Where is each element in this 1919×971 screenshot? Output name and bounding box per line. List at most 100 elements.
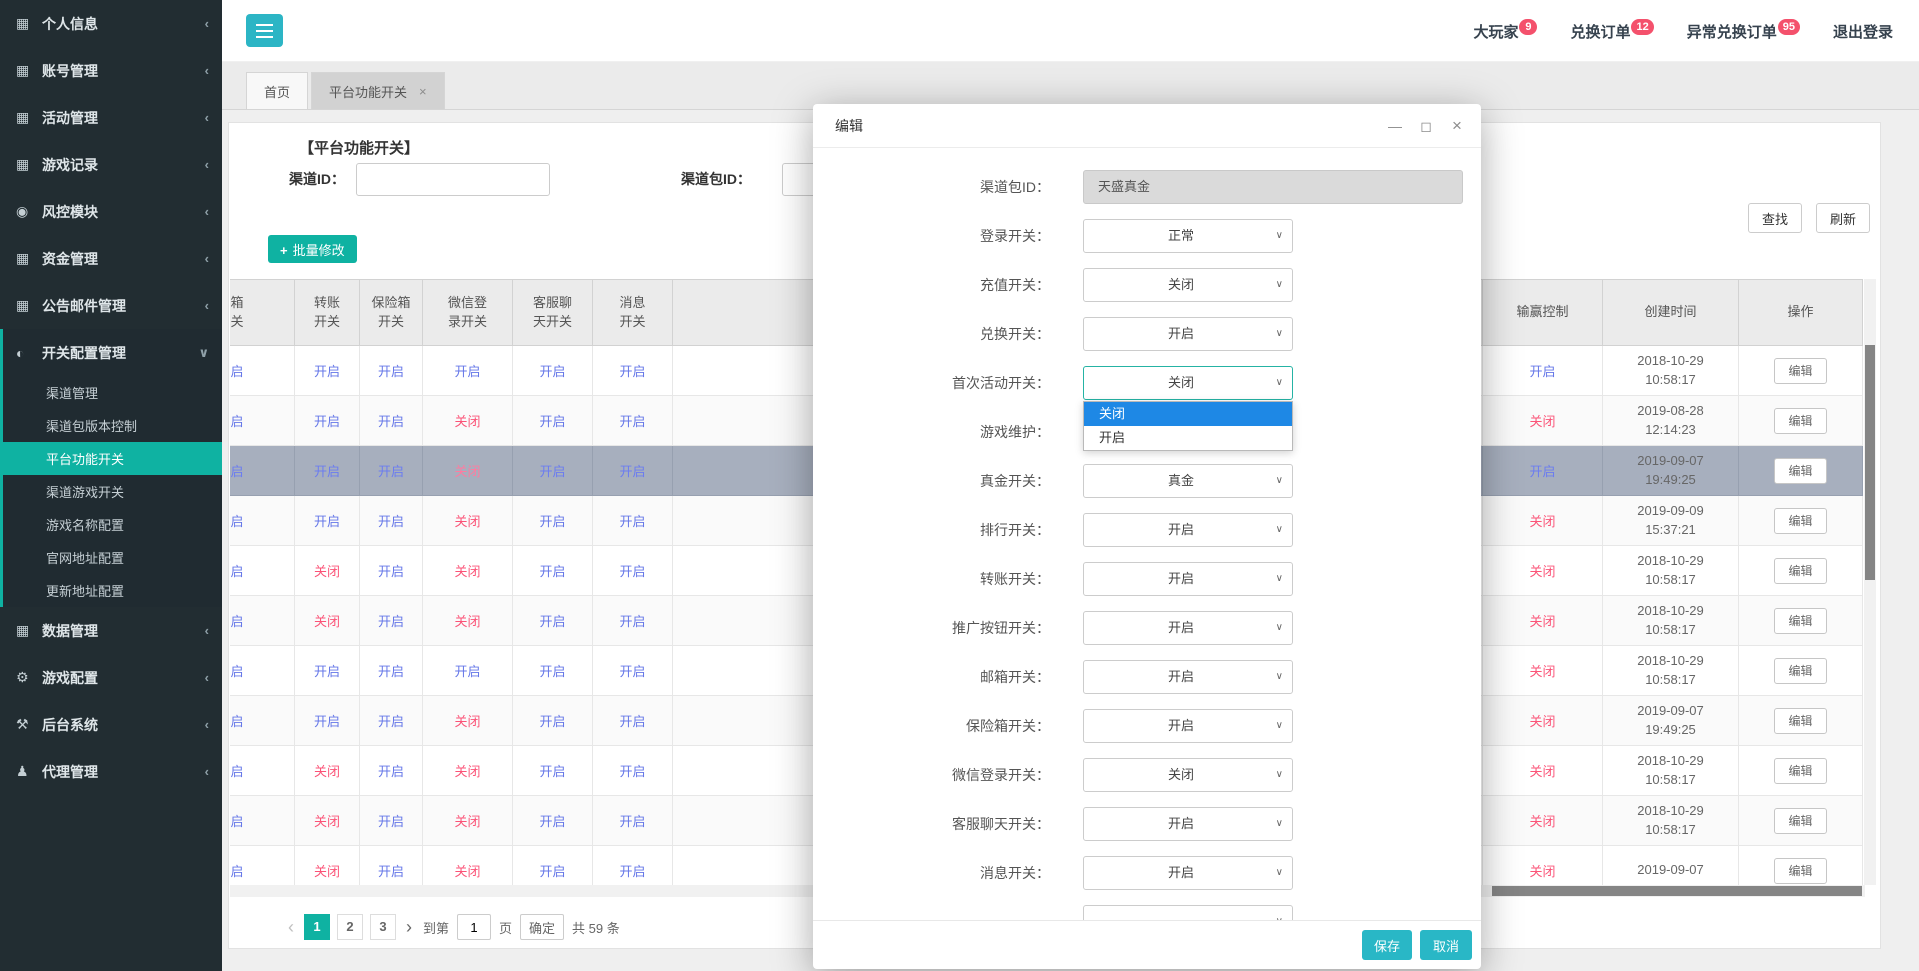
modal-field-label: 真金开关： [813,464,1050,498]
modal-select[interactable]: 开启∨ [1083,807,1293,841]
sidebar-item[interactable]: ⚙游戏配置‹ [0,654,222,701]
sidebar-item[interactable]: ▦游戏记录‹ [0,141,222,188]
tab[interactable]: 首页 [246,72,308,109]
edit-button[interactable]: 编辑 [1774,408,1826,434]
modal-select[interactable]: 开启∨ [1083,513,1293,547]
edit-button[interactable]: 编辑 [1774,558,1826,584]
topbar-link[interactable]: 兑换订单12 [1570,21,1652,42]
column-header: 输赢控制 [1483,280,1603,346]
sidebar-subitem[interactable]: 渠道管理 [3,376,222,409]
modal-select[interactable]: 开启∨ [1083,317,1293,351]
vertical-scrollbar-thumb[interactable] [1865,345,1875,580]
minimize-icon[interactable]: — [1387,118,1403,134]
column-header: 消息 开关 [593,280,673,346]
sidebar-item[interactable]: ▦数据管理‹ [0,607,222,654]
dropdown-option[interactable]: 开启 [1084,426,1292,450]
win-control-value: 关闭 [1529,764,1555,779]
modal-select[interactable]: ∨ [1083,905,1293,920]
page-number-button[interactable]: 3 [370,914,396,940]
batch-edit-button[interactable]: +批量修改 [268,235,357,263]
edit-button[interactable]: 编辑 [1774,508,1826,534]
sidebar-item[interactable]: ▦活动管理‹ [0,94,222,141]
page-number-button[interactable]: 2 [337,914,363,940]
sidebar-item[interactable]: ▦账号管理‹ [0,47,222,94]
switch-value: 开启 [539,764,565,779]
notification-badge: 12 [1631,19,1653,35]
sidebar-item[interactable]: ◉风控模块‹ [0,188,222,235]
close-icon[interactable]: × [1449,116,1465,136]
sidebar-item[interactable]: ◐开关配置管理∨ [3,329,222,376]
edit-button[interactable]: 编辑 [1774,458,1826,484]
switch-cell: 开启 [360,596,423,646]
edit-button[interactable]: 编辑 [1774,708,1826,734]
switch-cell: 开启 [593,496,673,546]
goto-page-input[interactable] [457,914,491,940]
modal-select[interactable]: 开启∨ [1083,562,1293,596]
sidebar-item[interactable]: ▦公告邮件管理‹ [0,282,222,329]
sidebar-subitem[interactable]: 渠道包版本控制 [3,409,222,442]
sidebar-item[interactable]: ▦个人信息‹ [0,0,222,47]
tab-close-icon[interactable]: × [419,84,427,99]
modal-body: 渠道包ID：天盛真金登录开关：正常∨充值开关：关闭∨兑换开关：开启∨首次活动开关… [813,148,1481,920]
switch-cell: 开启 [423,646,513,696]
sidebar-group: ◐开关配置管理∨渠道管理渠道包版本控制平台功能开关渠道游戏开关游戏名称配置官网地… [0,329,222,607]
modal-select[interactable]: 开启∨ [1083,856,1293,890]
modal-select[interactable]: 关闭∨ [1083,366,1293,400]
maximize-icon[interactable]: ◻ [1418,118,1434,135]
topbar-link[interactable]: 异常兑换订单95 [1687,21,1799,42]
eye-icon: ◉ [16,203,42,220]
sidebar-item[interactable]: ⚒后台系统‹ [0,701,222,748]
sidebar-subitem[interactable]: 更新地址配置 [3,574,222,607]
switch-cell: 开启 [360,496,423,546]
modal-field-row: 消息开关：开启∨ [813,856,1481,890]
sidebar-toggle-button[interactable] [246,14,283,47]
refresh-button[interactable]: 刷新 [1816,203,1870,233]
channel-id-input[interactable] [356,163,550,196]
horizontal-scrollbar-thumb[interactable] [1492,886,1862,896]
next-icon[interactable]: › [403,914,415,940]
switch-value: 开启 [378,464,404,479]
edit-button[interactable]: 编辑 [1774,608,1826,634]
switch-value: 开启 [230,414,244,429]
save-button[interactable]: 保存 [1362,930,1412,960]
sidebar-subitem-active[interactable]: 平台功能开关 [3,442,222,475]
sidebar-subitem[interactable]: 渠道游戏开关 [3,475,222,508]
switch-cell: 开启 [513,346,593,396]
sidebar-item-label: 开关配置管理 [42,343,198,363]
modal-select[interactable]: 开启∨ [1083,709,1293,743]
modal-field-label: 充值开关： [813,268,1050,302]
win-control-value: 开启 [1529,364,1555,379]
edit-button[interactable]: 编辑 [1774,758,1826,784]
modal-select[interactable]: 开启∨ [1083,660,1293,694]
edit-button[interactable]: 编辑 [1774,858,1826,884]
cancel-button[interactable]: 取消 [1420,930,1472,960]
dropdown-option[interactable]: 关闭 [1084,402,1292,426]
modal-select[interactable]: 关闭∨ [1083,268,1293,302]
modal-select[interactable]: 开启∨ [1083,611,1293,645]
page-number-button[interactable]: 1 [304,914,330,940]
notification-badge: 9 [1519,19,1537,35]
search-button[interactable]: 查找 [1748,203,1802,233]
sidebar-subitem[interactable]: 官网地址配置 [3,541,222,574]
goto-confirm-button[interactable]: 确定 [520,914,564,940]
switch-value: 开启 [619,614,645,629]
sidebar-subitem[interactable]: 游戏名称配置 [3,508,222,541]
switch-value: 开启 [619,564,645,579]
edit-button[interactable]: 编辑 [1774,658,1826,684]
switch-value: 开启 [619,514,645,529]
modal-select[interactable]: 正常∨ [1083,219,1293,253]
tab-active[interactable]: 平台功能开关× [311,72,445,109]
topbar-link[interactable]: 退出登录 [1833,21,1893,42]
modal-select[interactable]: 关闭∨ [1083,758,1293,792]
grid-icon: ▦ [16,62,42,79]
edit-button[interactable]: 编辑 [1774,808,1826,834]
topbar-link-label: 异常兑换订单 [1687,24,1777,41]
sidebar-item[interactable]: ▦资金管理‹ [0,235,222,282]
sidebar-item[interactable]: ♟代理管理‹ [0,748,222,795]
modal-select[interactable]: 真金∨ [1083,464,1293,498]
edit-button[interactable]: 编辑 [1774,358,1826,384]
select-value: 关闭 [1084,759,1292,791]
created-time-line: 10:58:17 [1603,771,1738,790]
topbar-link[interactable]: 大玩家9 [1473,21,1536,42]
prev-icon[interactable]: ‹ [285,914,297,940]
